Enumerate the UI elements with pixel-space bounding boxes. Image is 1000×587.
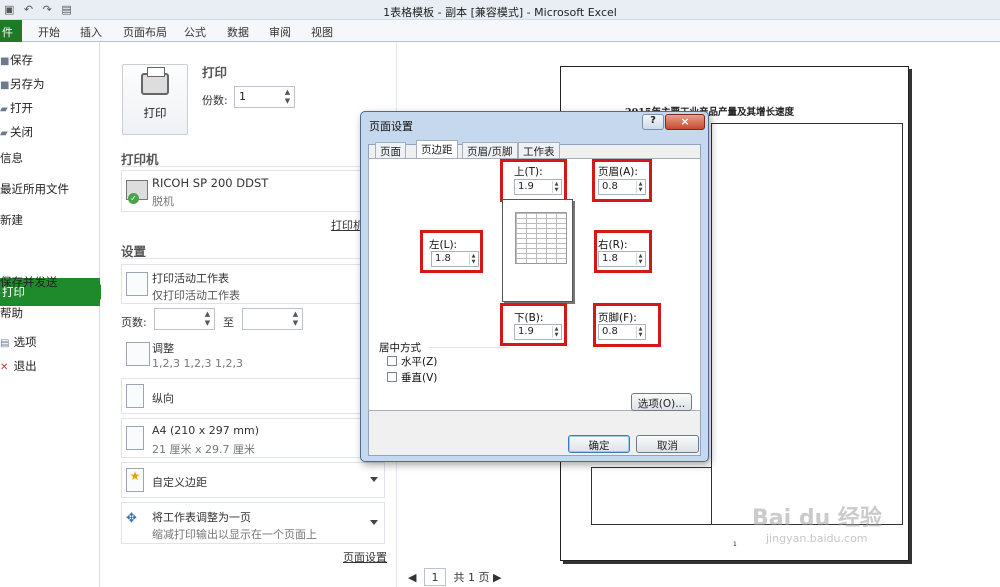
title-bar: ▣ ↶ ↷ ▤ 1表格模板 - 副本 [兼容模式] - Microsoft Ex… — [0, 0, 1000, 20]
nav-recent[interactable]: 最近所用文件 — [0, 181, 69, 197]
margin-preview-page — [502, 199, 573, 302]
print-scope-select[interactable]: 打印活动工作表 仅打印活动工作表 — [121, 264, 385, 304]
tab-header-footer[interactable]: 页眉/页脚 — [462, 142, 518, 158]
vertical-checkbox[interactable] — [387, 372, 397, 382]
highlight-header — [592, 159, 652, 202]
paper-size-select[interactable]: A4 (210 x 297 mm) 21 厘米 x 29.7 厘米 — [121, 418, 385, 458]
exit-icon: ✕ — [0, 362, 9, 373]
preview-table-lower — [591, 467, 711, 525]
print-button[interactable]: 打印 — [122, 64, 188, 135]
preview-table — [711, 123, 903, 525]
scaling-select[interactable]: ✥ 将工作表调整为一页 缩减打印输出以显示在一个页面上 — [121, 502, 385, 544]
pages-to-spinner[interactable]: ▲ ▼ — [242, 308, 303, 330]
spin-arrows-icon[interactable]: ▲ ▼ — [283, 88, 292, 106]
spin-arrows-icon[interactable]: ▲ ▼ — [291, 310, 300, 328]
margins-select[interactable]: ★ 自定义边距 — [121, 462, 385, 498]
nav-save-as[interactable]: ■另存为 — [0, 76, 45, 92]
page-setup-link[interactable]: 页面设置 — [343, 549, 387, 565]
highlight-footer — [593, 303, 661, 347]
horizontal-label: 水平(Z) — [401, 356, 438, 368]
tab-review[interactable]: 审阅 — [269, 24, 291, 40]
sheet-icon — [126, 272, 148, 296]
orientation-select[interactable]: 纵向 — [121, 378, 385, 414]
highlight-left — [420, 230, 483, 273]
highlight-top — [500, 159, 567, 202]
divider — [121, 258, 385, 259]
prev-page-icon[interactable]: ◀ — [408, 571, 416, 584]
tab-data[interactable]: 数据 — [227, 24, 249, 40]
save-as-icon: ■ — [0, 80, 10, 91]
horizontal-checkbox[interactable] — [387, 356, 397, 366]
page-setup-dialog: 页面设置 ? × 页面 页边距 页眉/页脚 工作表 上(T): 1.9 ▲ ▼ 页眉… — [360, 111, 709, 462]
tab-page-layout[interactable]: 页面布局 — [123, 24, 167, 40]
paper-icon — [126, 426, 144, 450]
backstage-nav: ■保存 ■另存为 ▰ 打开 ▰ 关闭 信息 最近所用文件 新建 打印 保存并发送 帮… — [0, 42, 108, 587]
tab-margins[interactable]: 页边距 — [416, 140, 458, 159]
highlight-right — [594, 230, 652, 273]
close-file-icon: ▰ — [0, 128, 8, 139]
center-on-page-label: 居中方式 — [379, 342, 421, 354]
options-icon: ▤ — [0, 338, 10, 349]
window-title: 1表格模板 - 副本 [兼容模式] - Microsoft Excel — [383, 6, 617, 19]
tab-home[interactable]: 开始 — [38, 24, 60, 40]
pages-label: 页数: — [121, 316, 147, 329]
next-page-icon[interactable]: ▶ — [493, 571, 501, 584]
spin-arrows-icon[interactable]: ▲ ▼ — [203, 310, 212, 328]
cancel-button[interactable]: 取消 — [636, 435, 699, 453]
chevron-down-icon — [370, 520, 378, 525]
portrait-icon — [126, 384, 144, 408]
nav-open[interactable]: ▰ 打开 — [0, 100, 33, 116]
to-label: 至 — [223, 316, 234, 329]
preview-page-number: 1 — [733, 541, 737, 548]
ok-button[interactable]: 确定 — [568, 435, 630, 453]
custom-margins-icon: ★ — [126, 468, 144, 492]
nav-save[interactable]: ■保存 — [0, 52, 33, 68]
tab-insert[interactable]: 插入 — [80, 24, 102, 40]
help-button[interactable]: ? — [642, 114, 664, 130]
chevron-down-icon — [370, 477, 378, 482]
nav-new[interactable]: 新建 — [0, 212, 23, 228]
save-icon: ■ — [0, 56, 10, 67]
printer-select[interactable]: ✓ RICOH SP 200 DDST 脱机 — [121, 170, 385, 212]
nav-exit[interactable]: ✕ 退出 — [0, 358, 37, 374]
tab-formulas[interactable]: 公式 — [184, 24, 206, 40]
print-settings-panel: 打印 打印 份数: 1 ▲ ▼ 打印机 ✓ RICOH SP 200 DDST 脱… — [101, 42, 397, 587]
dialog-title: 页面设置 — [369, 120, 413, 133]
options-button[interactable]: 选项(O)... — [631, 393, 692, 411]
tab-file[interactable]: 件 — [0, 20, 22, 42]
tab-sheet[interactable]: 工作表 — [518, 142, 560, 158]
baidu-watermark-url: jingyan.baidu.com — [766, 532, 868, 545]
collate-select[interactable]: 调整 1,2,3 1,2,3 1,2,3 — [121, 334, 385, 374]
margins-tab-panel: 上(T): 1.9 ▲ ▼ 页眉(A): 0.8 ▲ ▼ 左(L): 1.8 ▲ ▼ 右(R… — [368, 158, 701, 411]
nav-options[interactable]: ▤ 选项 — [0, 334, 37, 350]
fit-to-page-icon: ✥ — [126, 511, 137, 526]
copies-spinner[interactable]: 1 ▲ ▼ — [234, 86, 295, 108]
close-button[interactable]: × — [665, 114, 705, 130]
vertical-label: 垂直(V) — [401, 372, 438, 384]
baidu-watermark: Bai du 经验 — [752, 506, 882, 531]
divider — [121, 166, 385, 167]
collate-icon — [126, 342, 150, 366]
ribbon-tabs: 件 开始 插入 页面布局 公式 数据 审阅 视图 — [0, 20, 1000, 42]
highlight-bottom — [500, 303, 567, 346]
tab-view[interactable]: 视图 — [311, 24, 333, 40]
pages-from-spinner[interactable]: ▲ ▼ — [154, 308, 215, 330]
nav-help[interactable]: 帮助 — [0, 305, 23, 321]
print-heading: 打印 — [202, 65, 228, 80]
page-navigator: ◀ 1 共 1 页 ▶ — [408, 568, 501, 586]
divider — [429, 347, 509, 348]
check-icon: ✓ — [128, 193, 139, 204]
nav-save-send[interactable]: 保存并发送 — [0, 274, 58, 290]
current-page-input[interactable]: 1 — [423, 568, 446, 586]
tab-page[interactable]: 页面 — [375, 142, 406, 158]
printer-icon — [141, 67, 169, 95]
nav-info[interactable]: 信息 — [0, 150, 23, 166]
printer-status: 脱机 — [152, 195, 174, 208]
margin-preview-table — [515, 212, 567, 264]
folder-icon: ▰ — [0, 104, 8, 115]
nav-close[interactable]: ▰ 关闭 — [0, 124, 33, 140]
total-pages: 共 1 页 — [453, 571, 490, 584]
printer-name: RICOH SP 200 DDST — [152, 176, 269, 190]
copies-label: 份数: — [202, 94, 228, 107]
